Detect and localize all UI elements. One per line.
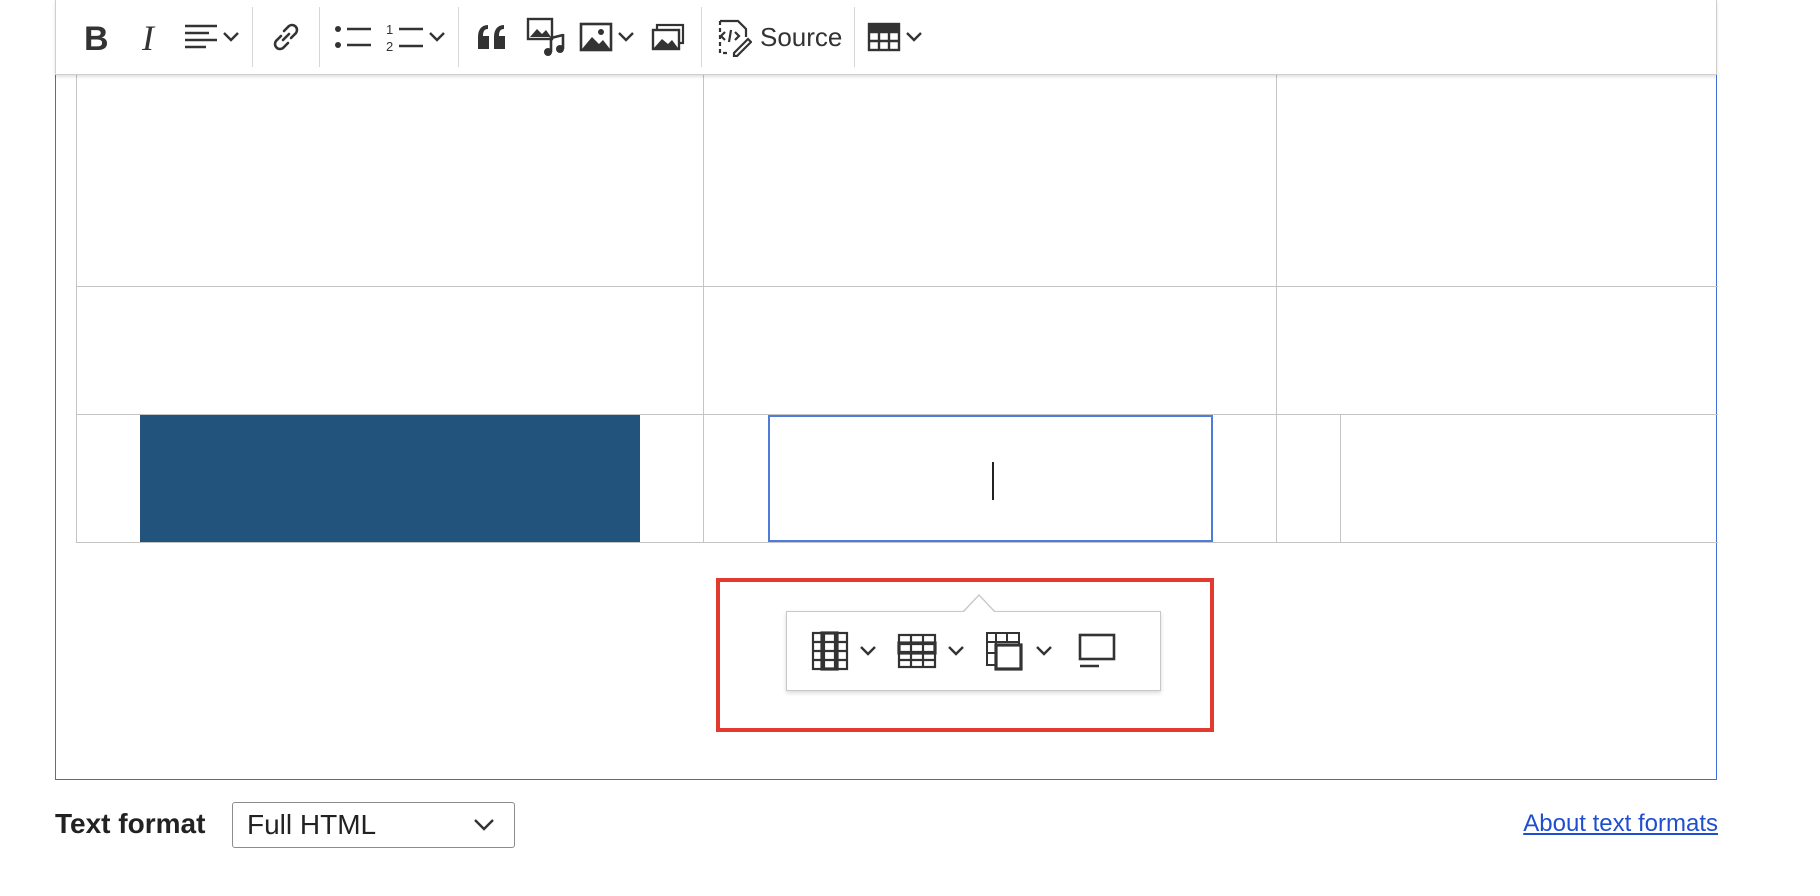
table-row-icon	[897, 633, 937, 669]
table-col-divider-2	[1276, 75, 1277, 543]
bold-icon: B	[84, 20, 109, 54]
chevron-down-icon	[860, 646, 876, 656]
table-caption-button[interactable]	[1071, 623, 1123, 679]
insert-table-button[interactable]	[861, 10, 929, 64]
link-icon	[273, 23, 299, 51]
table-icon	[868, 22, 901, 52]
table-border-bottom	[76, 542, 1718, 543]
media-button[interactable]	[519, 10, 573, 64]
align-button[interactable]	[178, 10, 246, 64]
table-border-left	[76, 75, 77, 543]
svg-text:I: I	[141, 20, 156, 54]
editor-table[interactable]	[76, 75, 1718, 543]
quote-icon	[478, 25, 505, 49]
table-caption-icon	[1078, 633, 1116, 668]
chevron-down-icon	[429, 32, 445, 42]
media-library-icon	[651, 23, 685, 51]
text-format-select[interactable]: Full HTML	[232, 802, 515, 848]
media-icon	[526, 17, 565, 56]
merge-cells-icon	[986, 632, 1023, 671]
blockquote-button[interactable]	[465, 10, 519, 64]
chevron-down-icon	[948, 646, 964, 656]
table-row-divider-1	[76, 286, 1718, 287]
image-button[interactable]	[573, 10, 641, 64]
source-button[interactable]: Source	[708, 10, 848, 64]
bulleted-list-button[interactable]	[326, 10, 380, 64]
bulleted-list-icon	[335, 26, 371, 48]
table-contextual-toolbar	[786, 611, 1161, 691]
table-cell-filled-block[interactable]	[140, 415, 640, 542]
chevron-down-icon	[223, 32, 239, 42]
numbered-list-icon: 12	[386, 22, 423, 53]
editor-toolbar: B I 12 Source	[55, 0, 1717, 75]
toolbar-separator	[458, 7, 459, 67]
source-icon	[718, 19, 752, 57]
chevron-down-icon	[906, 32, 923, 42]
chevron-down-icon	[1036, 646, 1052, 656]
table-column-icon	[811, 631, 849, 671]
chevron-down-icon	[618, 32, 634, 42]
svg-text:2: 2	[386, 39, 393, 53]
table-cell-selected[interactable]	[768, 415, 1213, 542]
toolbar-separator	[701, 7, 702, 67]
text-format-value: Full HTML	[247, 809, 377, 840]
link-button[interactable]	[259, 10, 313, 64]
italic-button[interactable]: I	[124, 10, 178, 64]
align-left-icon	[185, 24, 217, 49]
italic-icon: I	[141, 20, 156, 54]
about-text-formats-link[interactable]: About text formats	[1523, 810, 1718, 838]
svg-text:1: 1	[386, 22, 393, 37]
toolbar-separator	[252, 7, 253, 67]
toolbar-separator	[319, 7, 320, 67]
text-format-label: Text format	[55, 808, 206, 839]
nested-cell-divider	[1340, 415, 1341, 542]
svg-text:B: B	[84, 20, 109, 54]
table-col-divider-1	[703, 75, 704, 543]
chevron-down-icon	[474, 819, 494, 831]
image-icon	[579, 22, 613, 52]
table-column-button[interactable]	[805, 623, 883, 679]
source-label: Source	[760, 21, 843, 52]
numbered-list-button[interactable]: 12	[380, 10, 452, 64]
merge-cells-button[interactable]	[979, 623, 1059, 679]
table-row-button[interactable]	[891, 623, 971, 679]
balloon-arrow-fill	[963, 596, 995, 613]
bold-button[interactable]: B	[70, 10, 124, 64]
text-caret	[992, 462, 994, 500]
media-library-button[interactable]	[641, 10, 695, 64]
toolbar-separator	[854, 7, 856, 67]
